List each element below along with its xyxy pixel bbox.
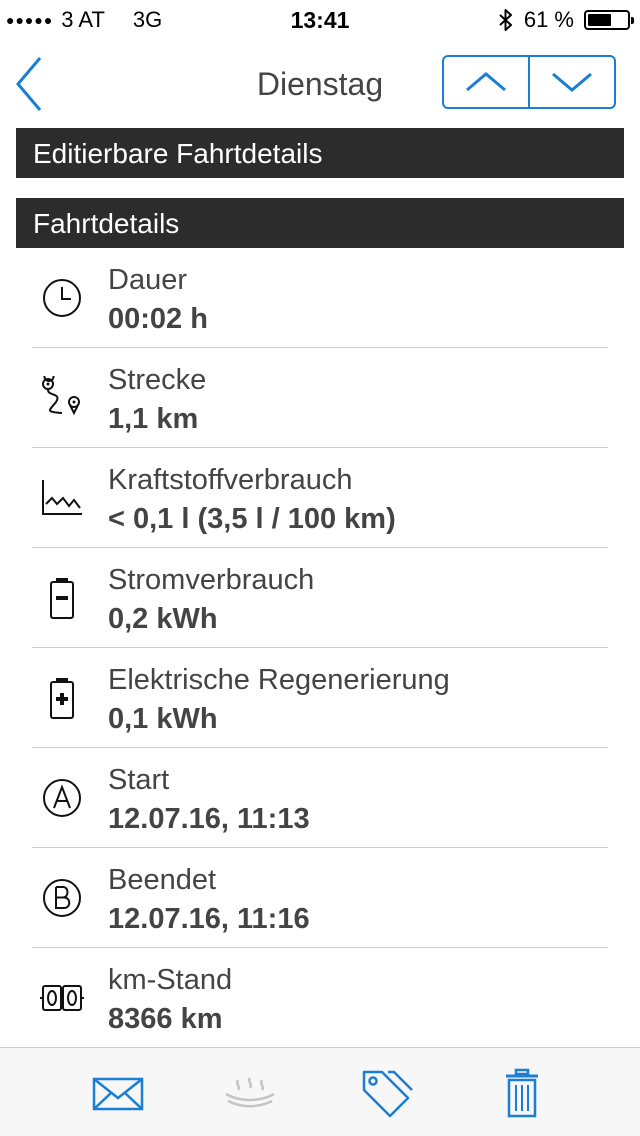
battery-plus-icon [50,678,74,719]
battery-minus-icon [50,578,74,619]
list-item-regeneration: Elektrische Regenerierung 0,1 kWh [0,648,640,748]
delete-button[interactable] [494,1068,550,1118]
row-label: Beendet [108,864,217,896]
route-icon [42,376,80,416]
row-label: km-Stand [108,964,233,996]
end-b-icon [43,879,81,917]
row-label: Elektrische Regenerierung [108,664,450,696]
chevron-up-icon [466,72,506,92]
row-value: 12.07.16, 11:13 [108,803,310,835]
row-value: 0,2 kWh [108,603,218,635]
row-value: 0,1 kWh [108,703,218,735]
status-right: 61 % [498,7,634,33]
row-label: Start [108,764,170,796]
odometer-icon [40,985,84,1011]
tag-icon [362,1070,413,1118]
consumption-chart-icon [42,480,82,515]
battery-level-fill [588,14,611,26]
bottom-toolbar [0,1047,640,1136]
row-label: Dauer [108,264,187,296]
wind-icon [225,1077,275,1108]
status-bar: ●●●●● 3 AT 3G 13:41 61 % [0,0,640,40]
list-item-odometer: km-Stand 8366 km [0,948,640,1048]
row-value: 1,1 km [108,403,199,435]
bluetooth-icon [499,9,512,31]
row-value: < 0,1 l (3,5 l / 100 km) [108,503,396,535]
list-item-power-consumption: Stromverbrauch 0,2 kWh [0,548,640,648]
list-item-duration: Dauer 00:02 h [0,248,640,348]
share-mail-button[interactable] [90,1068,146,1118]
row-label: Kraftstoffverbrauch [108,464,353,496]
row-label: Stromverbrauch [108,564,315,596]
battery-icon [584,10,634,30]
list-item-distance: Strecke 1,1 km [0,348,640,448]
clock-icon [43,279,81,317]
row-value: 8366 km [108,1003,223,1035]
wind-button[interactable] [222,1068,278,1118]
battery-percentage: 61 % [523,7,574,32]
row-value: 00:02 h [108,303,208,335]
trash-icon [506,1068,538,1118]
tag-button[interactable] [358,1068,414,1118]
navigation-bar: Dienstag [0,40,640,128]
section-header-editable-details[interactable]: Editierbare Fahrtdetails [16,128,624,178]
mail-icon [92,1077,144,1111]
trip-details-list: Dauer 00:02 h Strecke 1,1 km Kraftstoffv… [0,248,640,1048]
list-item-start: Start 12.07.16, 11:13 [0,748,640,848]
row-label: Strecke [108,364,207,396]
section-header-trip-details: Fahrtdetails [16,198,624,248]
next-trip-button[interactable] [528,57,614,107]
previous-trip-button[interactable] [444,57,528,107]
prev-next-segmented-control [442,55,616,109]
list-item-fuel-consumption: Kraftstoffverbrauch < 0,1 l (3,5 l / 100… [0,448,640,548]
battery-tip [631,17,634,24]
row-value: 12.07.16, 11:16 [108,903,310,935]
chevron-down-icon [552,72,592,92]
start-a-icon [43,779,81,817]
list-item-end: Beendet 12.07.16, 11:16 [0,848,640,948]
